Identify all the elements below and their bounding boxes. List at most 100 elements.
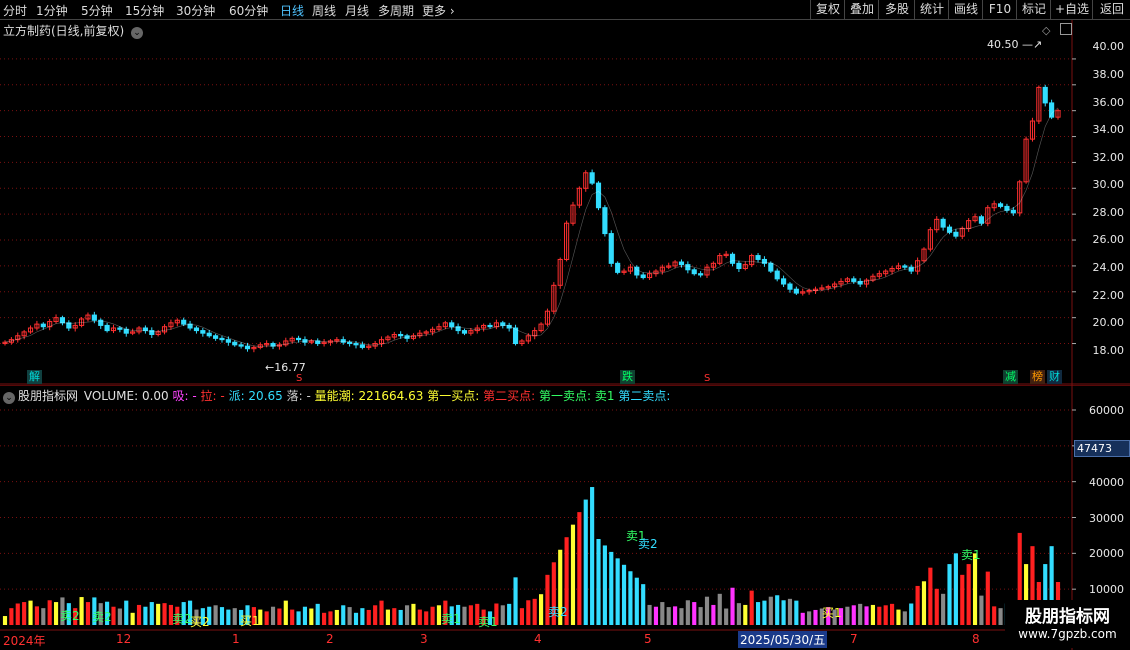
candle-body <box>736 262 742 270</box>
tab-timeshare[interactable]: 分时 <box>3 2 27 19</box>
event-badge-s[interactable]: S <box>702 372 712 386</box>
tab-30min[interactable]: 30分钟 <box>176 2 215 19</box>
volume-bar <box>915 585 920 625</box>
add-watchlist-button[interactable]: +自选 <box>1050 0 1093 19</box>
volume-bar <box>270 606 276 625</box>
volume-bar <box>143 606 148 625</box>
candle-body <box>589 172 595 184</box>
candle-body <box>512 327 519 345</box>
tab-weekly[interactable]: 周线 <box>312 2 336 19</box>
volume-bar <box>124 600 129 625</box>
window-icon[interactable] <box>1060 23 1072 35</box>
chevron-down-icon[interactable]: ⌄ <box>131 27 144 39</box>
candle-body <box>244 345 251 350</box>
volume-bar <box>232 608 237 625</box>
volume-bar <box>577 512 582 625</box>
indicator-value: 第一卖点: 卖1 <box>538 389 615 403</box>
restore-rights-button[interactable]: 复权 <box>810 0 845 19</box>
volume-bar <box>404 605 410 625</box>
drawing-button[interactable]: 画线 <box>948 0 983 19</box>
volume-bar <box>322 612 327 625</box>
volume-bar <box>787 598 793 625</box>
volume-bar <box>341 605 346 625</box>
candle-body <box>940 218 946 228</box>
volume-bar <box>762 600 767 625</box>
event-badge-drop[interactable]: 跌 <box>620 370 635 384</box>
volume-bar <box>130 612 135 625</box>
watermark-url: www.7gpzb.com <box>1018 627 1117 641</box>
max-price-label: 40.50 —↗ <box>987 38 1042 51</box>
tab-15min[interactable]: 15分钟 <box>125 2 164 19</box>
mark-button[interactable]: 标记 <box>1016 0 1051 19</box>
candle-body <box>213 335 219 339</box>
volume-bar <box>213 605 218 625</box>
volume-bar <box>500 605 505 625</box>
date-label: 12 <box>116 632 132 646</box>
volume-bar <box>673 606 678 625</box>
candle-body <box>729 253 736 264</box>
tab-multi-period[interactable]: 多周期 <box>378 2 414 19</box>
overlay-button[interactable]: 叠加 <box>844 0 879 19</box>
candle-body <box>1049 102 1055 118</box>
volume-bar <box>947 564 952 625</box>
diamond-icon[interactable]: ◇ <box>1042 24 1050 37</box>
price-tick: 22.00 <box>1092 289 1125 302</box>
volume-bar <box>162 603 167 625</box>
volume-bar <box>590 487 595 625</box>
more-label: 更多 <box>422 4 447 18</box>
volume-bar <box>22 602 27 625</box>
volume-bar <box>226 609 231 625</box>
volume-bar <box>117 608 122 625</box>
f10-button[interactable]: F10 <box>982 0 1017 19</box>
tab-5min[interactable]: 5分钟 <box>81 2 113 19</box>
volume-bar <box>660 602 665 625</box>
volume-bar <box>800 612 805 625</box>
price-tick: 24.00 <box>1092 261 1125 274</box>
indicator-value: 第二卖点: <box>618 389 671 403</box>
volume-bar <box>877 606 882 625</box>
candle-body <box>487 324 493 328</box>
tab-monthly[interactable]: 月线 <box>345 2 369 19</box>
volume-bar <box>398 609 403 625</box>
candle-body <box>755 255 761 260</box>
event-badge-ranking[interactable]: 榜 <box>1030 370 1045 384</box>
volume-tick: 30000 <box>1089 512 1124 525</box>
chevron-right-icon: › <box>446 4 455 18</box>
volume-bar <box>526 600 531 625</box>
volume-bar <box>53 602 59 625</box>
volume-bar <box>219 607 225 625</box>
volume-bar <box>334 609 339 625</box>
event-badge-s[interactable]: S <box>294 372 304 386</box>
date-label: 2024年 <box>3 634 46 648</box>
volume-bar <box>979 595 984 625</box>
event-badge-finance[interactable]: 财 <box>1047 370 1062 384</box>
volume-bar <box>264 611 269 625</box>
back-button[interactable]: 返回 <box>1092 0 1130 19</box>
volume-bar <box>277 608 282 625</box>
price-tick: 18.00 <box>1092 344 1125 357</box>
tab-1min[interactable]: 1分钟 <box>36 2 68 19</box>
multi-stock-button[interactable]: 多股 <box>878 0 915 19</box>
tab-60min[interactable]: 60分钟 <box>229 2 268 19</box>
volume-bar <box>692 602 697 625</box>
period-toolbar: 分时 1分钟 5分钟 15分钟 30分钟 60分钟 日线 周线 月线 多周期 更… <box>0 0 1130 20</box>
volume-bar <box>417 609 422 625</box>
date-label: 3 <box>420 632 428 646</box>
price-chart[interactable] <box>0 20 1130 385</box>
chevron-down-icon[interactable]: ⌄ <box>3 392 15 404</box>
volume-bar <box>596 539 601 625</box>
candle-body <box>398 333 404 337</box>
volume-bar <box>998 608 1003 625</box>
volume-bar <box>807 611 812 625</box>
tab-more[interactable]: 更多 › <box>422 2 455 19</box>
volume-bar <box>698 607 703 625</box>
event-badge-reduce[interactable]: 减 <box>1003 370 1018 384</box>
volume-bar <box>934 588 939 625</box>
event-badge-unlock[interactable]: 解 <box>27 370 42 384</box>
statistics-button[interactable]: 统计 <box>914 0 949 19</box>
volume-bar <box>156 603 161 625</box>
indicator-value: 落: - <box>286 389 311 403</box>
tab-daily[interactable]: 日线 <box>280 2 304 19</box>
volume-bar <box>960 574 965 625</box>
volume-bar <box>647 604 652 625</box>
